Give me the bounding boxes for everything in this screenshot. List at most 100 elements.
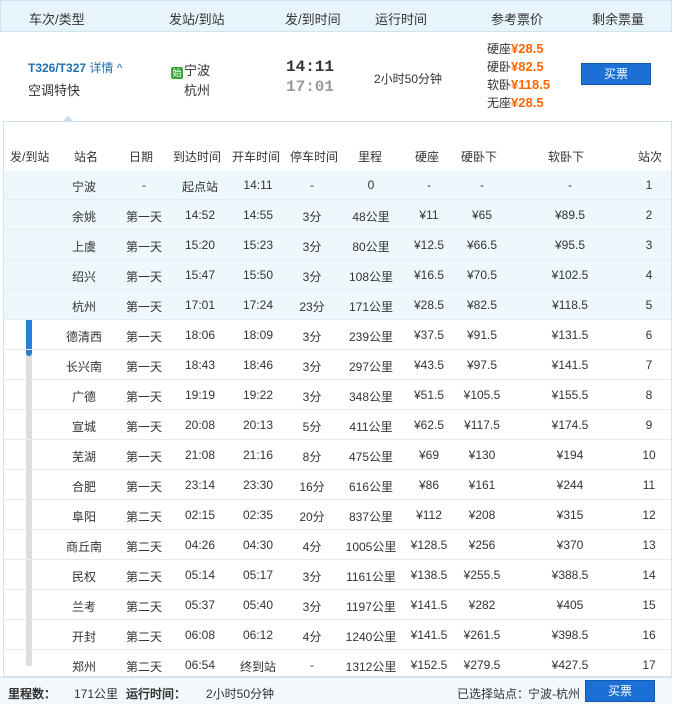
stop-row[interactable]: 上虞 第一天 15:20 15:23 3分 80公里 ¥12.5 ¥66.5 ¥95.5 3 (4, 230, 671, 260)
stop-row[interactable]: 芜湖 第一天 21:08 21:16 8分 475公里 ¥69 ¥130 ¥194 10 (4, 440, 671, 470)
stop-stop: 4分 (302, 540, 322, 554)
stop-depart: 14:55 (242, 208, 274, 222)
stop-station: 绍兴 (71, 270, 96, 284)
stop-hard-sleeper: ¥255.5 (463, 568, 501, 582)
stop-distance: 1240公里 (345, 630, 397, 644)
stop-hard-sleeper: ¥117.5 (464, 418, 500, 432)
stop-distance: 1197公里 (346, 600, 396, 614)
header-times: 发/到时间 (285, 12, 341, 27)
stop-order: 15 (642, 598, 656, 612)
footer-bar: 里程数： 171公里 运行时间： 2小时50分钟 已选择站点： 宁波-杭州 买票 (0, 677, 672, 704)
stop-stop: - (310, 178, 314, 192)
stop-distance: 80公里 (352, 240, 390, 254)
stop-date: - (142, 178, 146, 192)
stop-distance: 1161公里 (346, 570, 396, 584)
stop-hard-sleeper: - (480, 178, 484, 192)
stop-stop: 4分 (302, 630, 322, 644)
stop-stop: 3分 (302, 270, 322, 284)
stop-hard-seat: ¥11 (419, 208, 439, 222)
buy-ticket-button[interactable]: 买票 (581, 63, 651, 85)
stop-station: 郑州 (71, 660, 96, 674)
col-hard-sleeper: 硬卧下 (461, 150, 498, 164)
stop-row[interactable]: 宁波 - 起点站 14:11 - 0 - - - 1 (4, 170, 671, 200)
stop-soft-sleeper: ¥427.5 (551, 658, 589, 672)
price-item: 硬座¥28.5 (487, 40, 550, 58)
train-number-link[interactable]: T326/T327 详情 ^ (28, 59, 122, 76)
depart-time: 14:11 (286, 58, 335, 76)
stop-arrive: 06:08 (184, 628, 216, 642)
col-order: 站次 (638, 150, 663, 164)
stop-station: 芜湖 (71, 450, 96, 464)
stop-row[interactable]: 宣城 第一天 20:08 20:13 5分 411公里 ¥62.5 ¥117.5 ¥174.5 9 (4, 410, 671, 440)
stop-depart: 18:46 (242, 358, 274, 372)
stop-stop: - (310, 658, 314, 672)
stop-station: 德清西 (65, 330, 102, 344)
stop-station: 长兴南 (65, 360, 102, 374)
stop-hard-seat: ¥141.5 (410, 598, 448, 612)
col-distance: 里程 (358, 150, 383, 164)
stop-hard-sleeper: ¥282 (468, 598, 496, 612)
train-row: T326/T327 详情 ^ 空调特快 始宁波 杭州 14:11 17:01 2… (0, 32, 672, 120)
stop-row[interactable]: 余姚 第一天 14:52 14:55 3分 48公里 ¥11 ¥65 ¥89.5 2 (4, 200, 671, 230)
detail-label[interactable]: 详情 (89, 61, 113, 75)
stop-arrive: 17:01 (184, 298, 216, 312)
stop-depart: 15:50 (242, 268, 274, 282)
stop-soft-sleeper: ¥102.5 (551, 268, 589, 282)
stop-row[interactable]: 阜阳 第二天 02:15 02:35 20分 837公里 ¥112 ¥208 ¥315 12 (4, 500, 671, 530)
arrive-time: 17:01 (286, 78, 335, 96)
stop-row[interactable]: 德清西 第一天 18:06 18:09 3分 239公里 ¥37.5 ¥91.5 ¥131.5 6 (4, 320, 671, 350)
stop-date: 第一天 (125, 300, 162, 314)
stop-order: 5 (645, 298, 653, 312)
stop-station: 广德 (71, 390, 96, 404)
footer-selected-value: 宁波-杭州 (528, 687, 580, 701)
stop-hard-seat: ¥16.5 (413, 268, 445, 282)
stop-row[interactable]: 开封 第二天 06:08 06:12 4分 1240公里 ¥141.5 ¥261.5 ¥398.… (4, 620, 671, 650)
stop-station: 开封 (71, 630, 96, 644)
stop-date: 第一天 (125, 480, 162, 494)
start-station-icon: 始 (171, 67, 183, 79)
footer-buy-button[interactable]: 买票 (585, 680, 655, 702)
train-number[interactable]: T326/T327 (28, 61, 86, 75)
col-depart: 开车时间 (232, 150, 281, 164)
stop-distance: 297公里 (348, 360, 394, 374)
stop-distance: 411公里 (349, 420, 393, 434)
train-detail-toggle[interactable]: 详情 ^ (89, 61, 122, 75)
stop-row[interactable]: 合肥 第一天 23:14 23:30 16分 616公里 ¥86 ¥161 ¥244 11 (4, 470, 671, 500)
stop-station: 民权 (71, 570, 96, 584)
stop-row[interactable]: 绍兴 第一天 15:47 15:50 3分 108公里 ¥16.5 ¥70.5 ¥102.5 4 (4, 260, 671, 290)
col-from-to: 发/到站 (10, 150, 50, 164)
chevron-up-icon[interactable]: ^ (113, 61, 123, 75)
stop-hard-sleeper: ¥66.5 (466, 238, 498, 252)
stop-detail-panel: 发/到站 站名 日期 到达时间 开车时间 停车时间 里程 硬座 硬卧下 软卧下 … (3, 121, 672, 680)
stop-depart: 05:40 (242, 598, 274, 612)
stop-stop: 16分 (299, 480, 325, 494)
stop-hard-seat: ¥86 (418, 478, 440, 492)
stop-row[interactable]: 兰考 第二天 05:37 05:40 3分 1197公里 ¥141.5 ¥282 ¥405 15 (4, 590, 671, 620)
stop-date: 第二天 (125, 630, 162, 644)
stop-depart: 18:09 (242, 328, 274, 342)
stop-row[interactable]: 长兴南 第一天 18:43 18:46 3分 297公里 ¥43.5 ¥97.5 ¥141.5 7 (4, 350, 671, 380)
stop-station: 宣城 (71, 420, 96, 434)
stop-date: 第一天 (125, 390, 162, 404)
stop-stop: 23分 (299, 300, 325, 314)
stop-hard-sleeper: ¥65 (471, 208, 493, 222)
stop-date: 第二天 (125, 570, 162, 584)
stop-depart: 04:30 (242, 538, 274, 552)
stop-stop: 3分 (302, 210, 322, 224)
stop-soft-sleeper: ¥155.5 (551, 388, 589, 402)
stop-row[interactable]: 郑州 第二天 06:54 终到站 - 1312公里 ¥152.5 ¥279.5 ¥427.5 17 (4, 650, 671, 680)
stop-soft-sleeper: ¥388.5 (551, 568, 589, 582)
stop-row[interactable]: 杭州 第一天 17:01 17:24 23分 171公里 ¥28.5 ¥82.5 ¥118.5 5 (4, 290, 671, 320)
stop-arrive: 06:54 (184, 658, 216, 672)
stop-row[interactable]: 民权 第二天 05:14 05:17 3分 1161公里 ¥138.5 ¥255.5 ¥388.… (4, 560, 671, 590)
price-item: 无座¥28.5 (487, 94, 550, 112)
stop-hard-seat: ¥37.5 (413, 328, 445, 342)
footer-duration-label: 运行时间： (126, 687, 187, 701)
stop-hard-seat: - (427, 178, 431, 192)
stop-row[interactable]: 商丘南 第二天 04:26 04:30 4分 1005公里 ¥128.5 ¥256 ¥370 13 (4, 530, 671, 560)
stop-hard-seat: ¥152.5 (410, 658, 448, 672)
stop-row[interactable]: 广德 第一天 19:19 19:22 3分 348公里 ¥51.5 ¥105.5 ¥155.5 8 (4, 380, 671, 410)
stop-date: 第二天 (125, 660, 162, 674)
stop-date: 第一天 (125, 270, 162, 284)
stop-depart: 05:17 (242, 568, 274, 582)
